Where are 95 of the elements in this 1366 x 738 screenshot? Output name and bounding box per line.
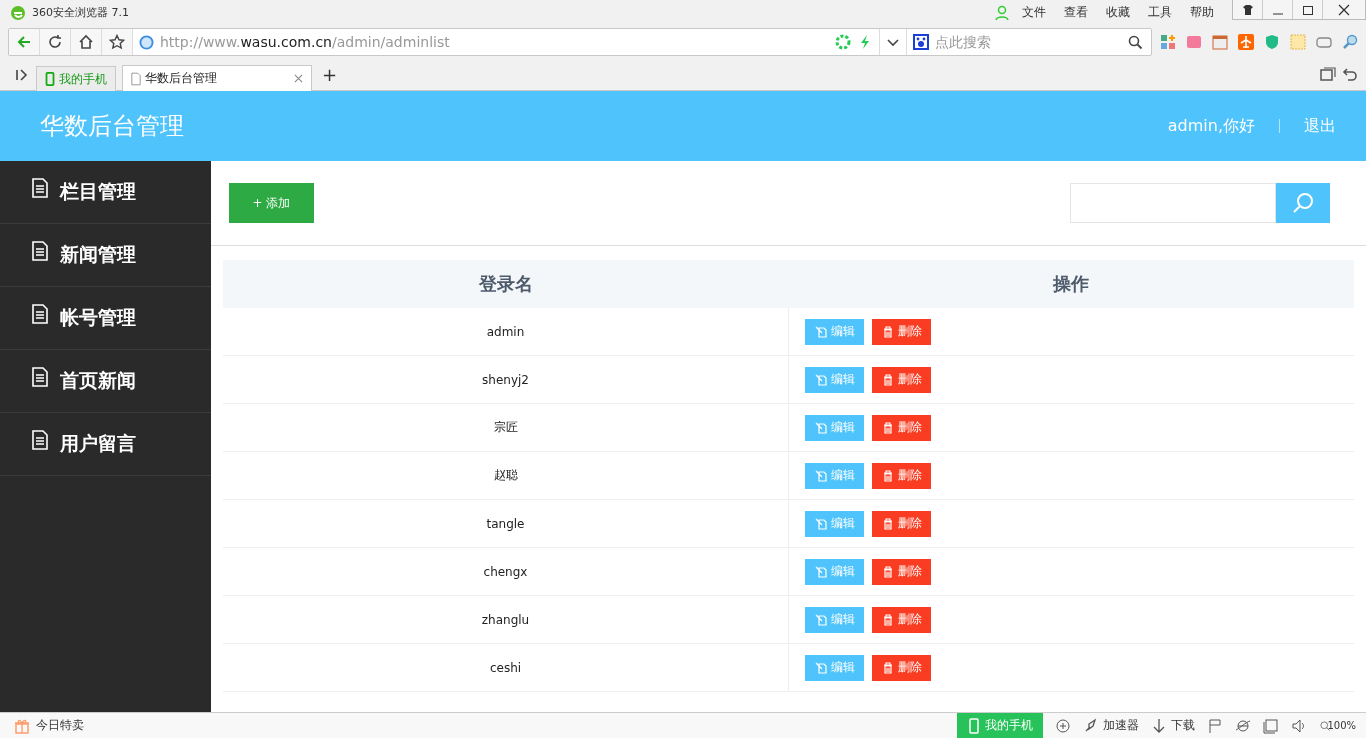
column-header: 登录名 [223, 260, 789, 308]
add-button[interactable]: + 添加 [229, 183, 314, 223]
daily-deals-link[interactable]: 今日特卖 [36, 717, 84, 734]
table-cell: tangle [223, 499, 789, 548]
browser-tab[interactable]: 华数后台管理 [122, 65, 312, 91]
column-header: 操作 [788, 260, 1354, 308]
phone-icon [45, 72, 55, 86]
browser-logo-icon [10, 4, 26, 21]
delete-button[interactable]: 删除 [872, 318, 931, 345]
sidebar-toggle-icon[interactable] [14, 66, 30, 83]
airplane-icon[interactable] [1238, 34, 1254, 50]
calendar-icon[interactable] [1212, 34, 1228, 50]
delete-button[interactable]: 删除 [872, 414, 931, 441]
table-cell: 赵聪 [223, 451, 789, 500]
sidebar-item[interactable]: 栏目管理 [60, 179, 136, 205]
document-icon [32, 430, 48, 450]
edit-icon [814, 469, 827, 482]
shield-icon[interactable] [1264, 34, 1280, 50]
magnifier-icon[interactable] [1342, 34, 1358, 50]
table-cell: zhanglu [223, 595, 789, 644]
sidebar-item[interactable]: 新闻管理 [60, 242, 136, 268]
document-icon [32, 367, 48, 387]
edit-icon [814, 565, 827, 578]
tab-label: 华数后台管理 [145, 70, 218, 87]
trash-icon [881, 613, 894, 626]
tab-label: 我的手机 [59, 70, 107, 88]
edit-button[interactable]: 编辑 [805, 558, 864, 585]
trash-icon [881, 565, 894, 578]
site-title: 华数后台管理 [40, 111, 184, 142]
delete-button[interactable]: 删除 [872, 510, 931, 537]
trash-icon [881, 421, 894, 434]
edit-button[interactable]: 编辑 [805, 462, 864, 489]
delete-button[interactable]: 删除 [872, 558, 931, 585]
search-icon [1291, 191, 1315, 215]
browser-tab[interactable]: 我的手机 [36, 66, 116, 91]
search-button[interactable] [1276, 183, 1330, 223]
user-icon[interactable] [994, 4, 1010, 21]
edit-button[interactable]: 编辑 [805, 366, 864, 393]
trash-icon [881, 661, 894, 674]
table-cell: chengx [223, 547, 789, 596]
gift-icon[interactable] [14, 717, 30, 734]
table-cell: admin [223, 308, 789, 356]
menu-item[interactable]: 收藏 [1106, 4, 1130, 21]
apps-icon[interactable] [1160, 34, 1176, 50]
edit-button[interactable]: 编辑 [805, 510, 864, 537]
edit-icon [814, 421, 827, 434]
document-icon [32, 178, 48, 198]
delete-button[interactable]: 删除 [872, 606, 931, 633]
edit-button[interactable]: 编辑 [805, 318, 864, 345]
undo-icon[interactable] [1342, 66, 1358, 83]
delete-button[interactable]: 删除 [872, 462, 931, 489]
document-icon [32, 241, 48, 261]
document-icon [32, 304, 48, 324]
phone-icon [969, 717, 980, 734]
zoom-level[interactable]: 100% [1327, 720, 1356, 731]
greeting-text: admin,你好 [1167, 115, 1255, 137]
edit-icon [814, 373, 827, 386]
trash-icon [881, 469, 894, 482]
window-title: 360安全浏览器 7.1 [32, 5, 129, 20]
edit-icon [814, 325, 827, 338]
table-cell: shenyj2 [223, 355, 789, 404]
plus-circle-icon[interactable] [1055, 717, 1072, 734]
menu-item[interactable]: 文件 [1022, 4, 1046, 21]
close-icon[interactable] [1338, 3, 1350, 16]
menu-item[interactable]: 帮助 [1190, 4, 1214, 21]
delete-button[interactable]: 删除 [872, 654, 931, 681]
edit-icon [814, 613, 827, 626]
sidebar-item[interactable]: 首页新闻 [60, 368, 136, 394]
restore-tabs-icon[interactable] [1320, 66, 1336, 83]
sidebar-item[interactable]: 用户留言 [60, 431, 136, 457]
menu-item[interactable]: 工具 [1148, 4, 1172, 21]
new-tab-button[interactable]: + [318, 64, 342, 85]
table-cell: ceshi [223, 643, 789, 692]
shirt-icon[interactable] [1241, 3, 1254, 16]
trash-icon [881, 517, 894, 530]
edit-button[interactable]: 编辑 [805, 654, 864, 681]
accelerator-link[interactable]: 加速器 [1103, 717, 1140, 734]
sidebar-item[interactable]: 帐号管理 [60, 305, 136, 331]
window-icon[interactable] [1263, 717, 1280, 734]
edit-button[interactable]: 编辑 [805, 414, 864, 441]
menu-item[interactable]: 查看 [1064, 4, 1088, 21]
page-icon [131, 71, 141, 86]
edit-button[interactable]: 编辑 [805, 606, 864, 633]
edit-icon [814, 517, 827, 530]
maximize-icon[interactable] [1301, 3, 1314, 16]
search-input[interactable] [1070, 183, 1276, 223]
logout-link[interactable]: 退出 [1304, 115, 1336, 137]
trash-icon [881, 325, 894, 338]
edit-icon [814, 661, 827, 674]
trash-icon [881, 373, 894, 386]
flag-icon[interactable] [1207, 717, 1224, 734]
delete-button[interactable]: 删除 [872, 366, 931, 393]
download-link[interactable]: 下载 [1171, 717, 1196, 734]
my-phone-button[interactable]: 我的手机 [957, 712, 1044, 738]
table-cell: 宗匠 [223, 403, 789, 452]
